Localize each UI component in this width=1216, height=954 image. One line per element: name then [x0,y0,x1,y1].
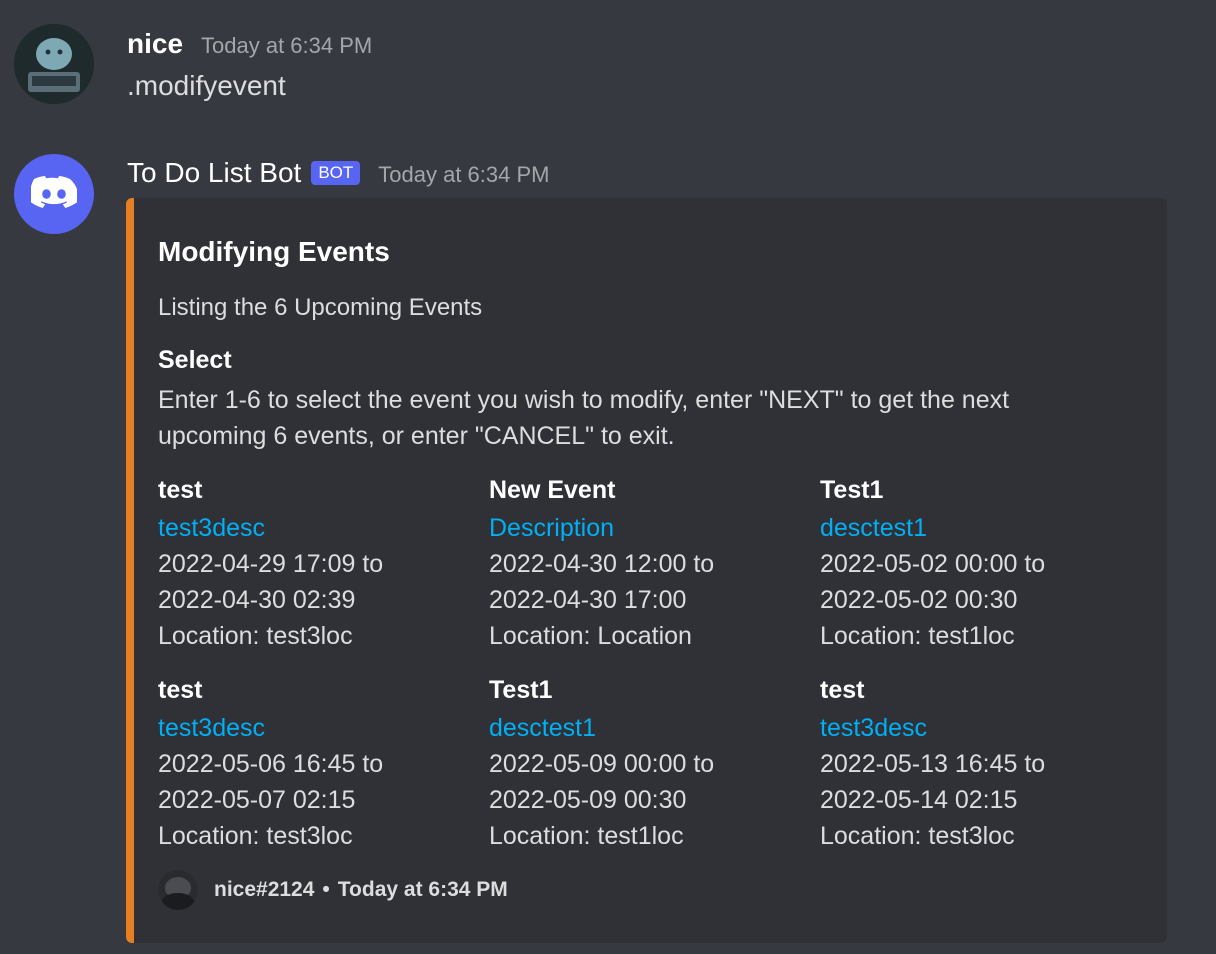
event-description-link[interactable]: test3desc [158,710,478,746]
bot-username[interactable]: To Do List Bot [127,157,301,189]
bot-avatar[interactable] [14,154,94,234]
event-location: Location: test1loc [820,622,1015,650]
event-description-link[interactable]: desctest1 [820,510,1140,546]
event-end: 2022-05-14 02:15 [820,786,1018,814]
footer-separator: • [322,878,330,901]
event-description-link[interactable]: desctest1 [489,710,809,746]
user-avatar-image-icon [14,24,94,104]
event-end: 2022-04-30 02:39 [158,586,356,614]
event-start: 2022-04-30 12:00 to [489,550,715,578]
message-content: .modifyevent [127,70,286,101]
user-avatar[interactable] [14,24,94,104]
footer-timestamp: Today at 6:34 PM [337,878,508,901]
bot-badge: BOT [311,161,361,185]
event-end: 2022-05-09 00:30 [489,786,687,814]
event-field-2: New Event Description 2022-04-30 12:00 t… [489,470,809,654]
event-location: Location: Location [489,622,692,650]
event-title: test [820,676,865,704]
message-username[interactable]: nice [127,28,183,60]
event-description-link[interactable]: Description [489,510,809,546]
event-description-link[interactable]: test3desc [158,510,478,546]
event-location: Location: test1loc [489,822,684,850]
embed-footer: nice#2124 • Today at 6:34 PM [158,870,508,910]
event-location: Location: test3loc [158,622,353,650]
bot-timestamp[interactable]: Today at 6:34 PM [378,162,549,188]
event-title: test [158,476,203,504]
event-location: Location: test3loc [158,822,353,850]
event-field-4: test test3desc 2022-05-06 16:45 to 2022-… [158,670,478,854]
event-title: New Event [489,476,616,504]
event-field-1: test test3desc 2022-04-29 17:09 to 2022-… [158,470,478,654]
event-start: 2022-05-09 00:00 to [489,750,715,778]
embed-title: Modifying Events [158,236,390,267]
footer-avatar [158,870,198,910]
embed-card: Modifying Events Listing the 6 Upcoming … [126,198,1167,943]
event-end: 2022-05-07 02:15 [158,786,356,814]
event-location: Location: test3loc [820,822,1015,850]
footer-text: nice#2124 • Today at 6:34 PM [214,878,508,902]
field-select-value: Enter 1-6 to select the event you wish t… [158,386,1010,450]
event-field-6: test test3desc 2022-05-13 16:45 to 2022-… [820,670,1140,854]
bot-message-header: To Do List Bot BOT Today at 6:34 PM [127,157,549,189]
event-title: test [158,676,203,704]
embed-description: Listing the 6 Upcoming Events [158,294,483,321]
event-end: 2022-05-02 00:30 [820,586,1018,614]
event-description-link[interactable]: test3desc [820,710,1140,746]
event-start: 2022-05-02 00:00 to [820,550,1046,578]
event-field-3: Test1 desctest1 2022-05-02 00:00 to 2022… [820,470,1140,654]
event-start: 2022-05-06 16:45 to [158,750,384,778]
event-title: Test1 [489,676,553,704]
message-user: nice Today at 6:34 PM .modifyevent [0,0,1216,130]
discord-logo-icon [31,176,77,208]
event-start: 2022-04-29 17:09 to [158,550,384,578]
event-field-5: Test1 desctest1 2022-05-09 00:00 to 2022… [489,670,809,854]
event-start: 2022-05-13 16:45 to [820,750,1046,778]
message-timestamp[interactable]: Today at 6:34 PM [201,33,372,59]
event-end: 2022-04-30 17:00 [489,586,687,614]
footer-username: nice#2124 [214,878,315,901]
footer-avatar-image-icon [158,870,198,910]
event-title: Test1 [820,476,884,504]
field-select-name: Select [158,346,232,374]
